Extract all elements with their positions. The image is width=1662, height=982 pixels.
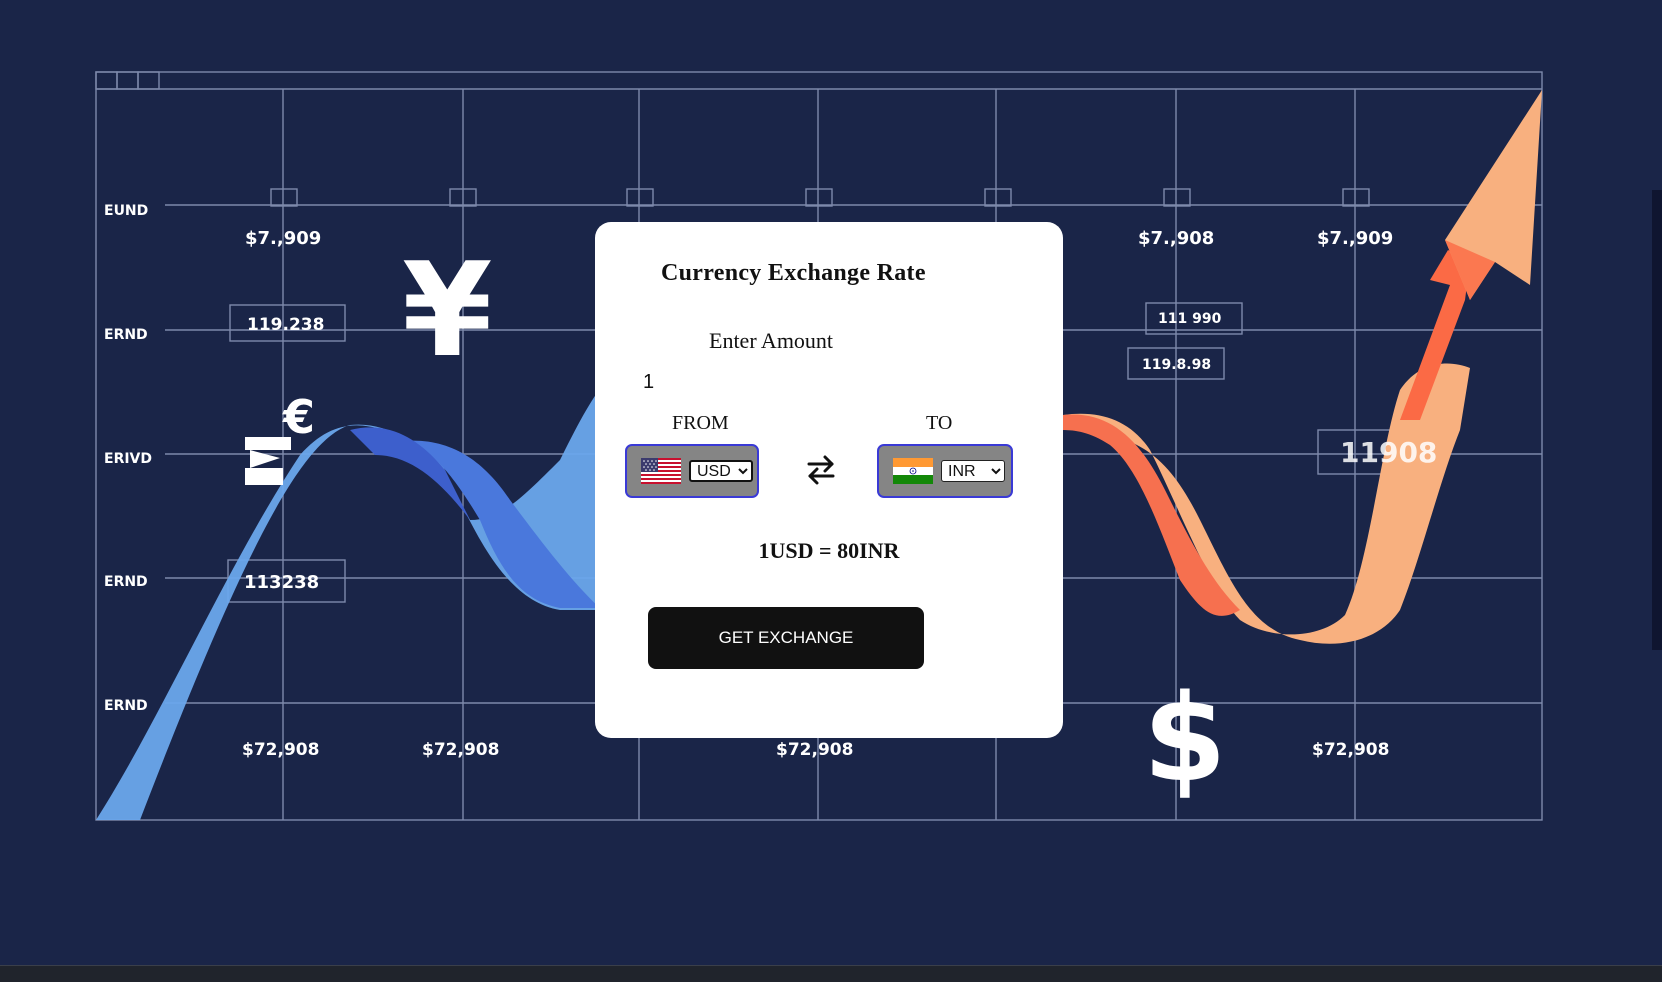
yen-icon: ¥	[402, 234, 492, 386]
row-label: ERND	[104, 574, 148, 590]
price-label: $72,908	[1312, 740, 1389, 760]
row-label: EUND	[104, 203, 148, 219]
amount-input[interactable]	[643, 368, 883, 396]
row-label: ERIVD	[104, 451, 152, 467]
to-label: TO	[926, 412, 953, 434]
dollar-icon: $	[1143, 670, 1227, 809]
from-currency-picker: USD	[625, 444, 759, 498]
price-label: $7.,909	[1317, 228, 1393, 249]
from-label: FROM	[672, 412, 729, 434]
price-label: $72,908	[242, 740, 319, 760]
swap-arrows-icon[interactable]	[804, 453, 838, 487]
india-flag-icon	[893, 458, 933, 484]
get-exchange-button[interactable]: GET EXCHANGE	[648, 607, 924, 669]
amount-label: Enter Amount	[709, 328, 834, 353]
row-label: ERND	[104, 327, 148, 343]
page: EUND ERND ERIVD ERND ERND $7.,909 $7.,90…	[0, 0, 1662, 982]
rupee-like-mark-icon	[245, 437, 291, 485]
euro-icon: €	[282, 390, 315, 444]
boxed-value: 113238	[244, 572, 319, 593]
from-currency-select[interactable]: USD	[689, 460, 753, 482]
boxed-value: 111 990	[1158, 311, 1222, 327]
price-label: $72,908	[776, 740, 853, 760]
exchange-result: 1USD = 80INR	[758, 538, 900, 563]
boxed-value: 11908	[1340, 436, 1437, 469]
us-flag-icon	[641, 458, 681, 484]
window-bottom-edge	[0, 965, 1662, 982]
price-label: $72,908	[422, 740, 499, 760]
price-label: $7.,909	[245, 228, 321, 249]
to-currency-picker: INR	[877, 444, 1013, 498]
price-label: $7.,908	[1138, 228, 1214, 249]
boxed-value: 119.238	[247, 315, 324, 335]
card-title: Currency Exchange Rate	[661, 260, 926, 286]
row-label: ERND	[104, 698, 148, 714]
boxed-value: 119.8.98	[1142, 357, 1211, 373]
exchange-card: Currency Exchange Rate Enter Amount FROM…	[595, 222, 1063, 738]
to-currency-select[interactable]: INR	[941, 460, 1005, 482]
